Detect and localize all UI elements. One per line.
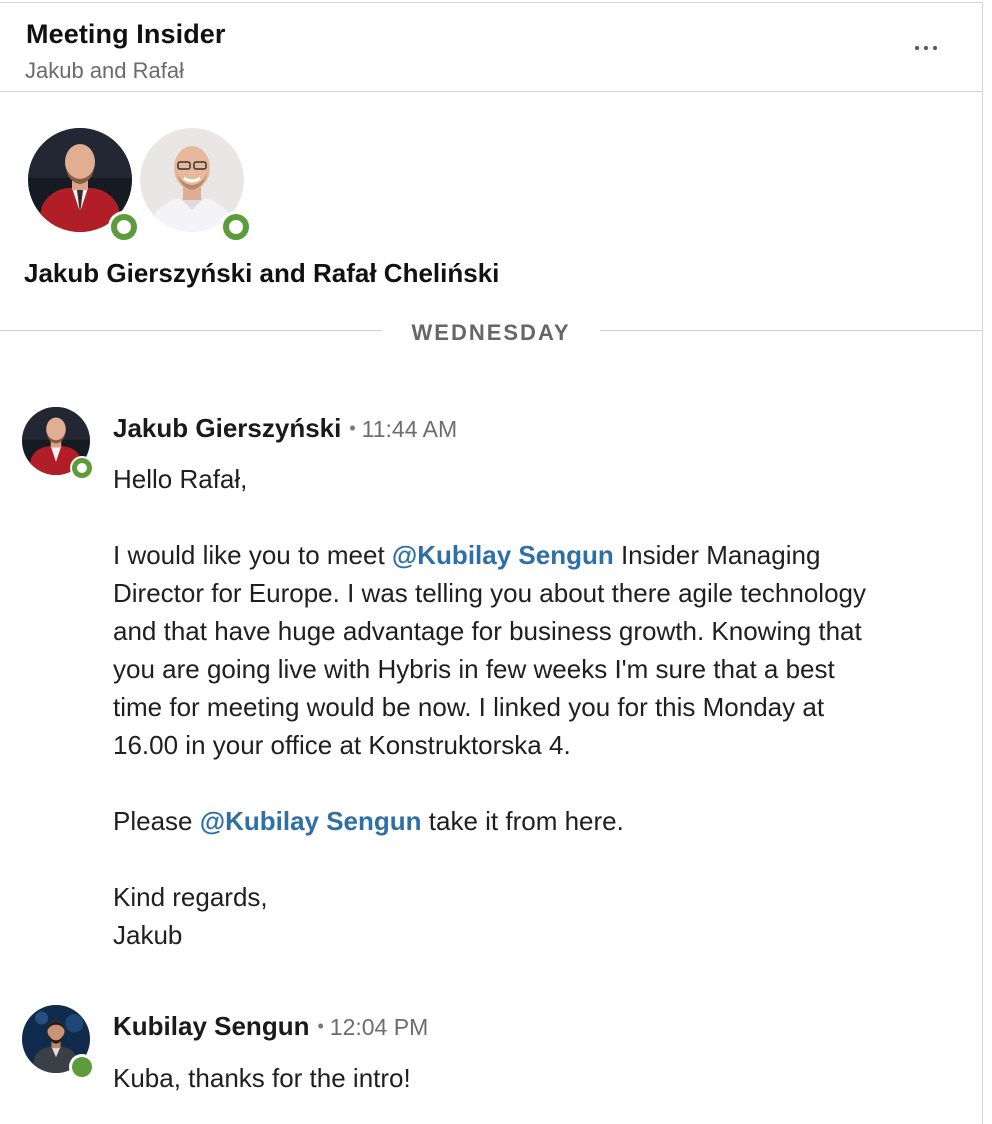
text-segment: I would like you to meet bbox=[113, 540, 392, 570]
message-line: I would like you to meet @Kubilay Sengun… bbox=[113, 536, 973, 574]
mention-link[interactable]: @Kubilay Sengun bbox=[200, 806, 422, 836]
text-segment: take it from here. bbox=[421, 806, 624, 836]
message-line: you are going live with Hybris in few we… bbox=[113, 654, 835, 684]
online-status-icon bbox=[72, 1057, 92, 1077]
more-horizontal-icon bbox=[915, 46, 919, 50]
message-line: time for meeting would be now. I linked … bbox=[113, 692, 825, 722]
message-line: Please @Kubilay Sengun take it from here… bbox=[113, 802, 973, 840]
separator-bullet: • bbox=[317, 1016, 324, 1036]
participants-names: Jakub Gierszyński and Rafał Cheliński bbox=[24, 258, 500, 288]
mention-link[interactable]: @Kubilay Sengun bbox=[392, 540, 614, 570]
conversation-subtitle: Jakub and Rafał bbox=[25, 58, 184, 83]
conversation-title: Meeting Insider bbox=[26, 19, 226, 49]
message-time: 12:04 PM bbox=[329, 1014, 429, 1040]
more-dot bbox=[933, 46, 937, 50]
message-line: Kind regards, bbox=[113, 882, 268, 912]
more-dot bbox=[924, 46, 928, 50]
separator-bullet: • bbox=[349, 418, 356, 438]
message-line: and that have huge advantage for busines… bbox=[113, 616, 862, 646]
message-time: 11:44 AM bbox=[361, 416, 458, 442]
sender-name[interactable]: Jakub Gierszyński bbox=[113, 413, 341, 443]
message-line: 16.00 in your office at Konstruktorska 4… bbox=[113, 730, 571, 760]
day-divider-label: WEDNESDAY bbox=[411, 320, 571, 345]
message-line: Kuba, thanks for the intro! bbox=[113, 1063, 411, 1093]
conversation-header: Meeting Insider Jakub and Rafał bbox=[0, 3, 982, 92]
message-header: Jakub Gierszyński • 11:44 AM bbox=[113, 413, 457, 444]
text-segment: Please bbox=[113, 806, 200, 836]
sender-name[interactable]: Kubilay Sengun bbox=[113, 1011, 309, 1041]
divider-line bbox=[600, 330, 982, 331]
message-body: Kuba, thanks for the intro! bbox=[113, 1059, 973, 1097]
online-status-icon bbox=[223, 214, 249, 240]
more-options-button[interactable] bbox=[905, 33, 947, 63]
message-line: Hello Rafał, bbox=[113, 464, 248, 494]
message-header: Kubilay Sengun • 12:04 PM bbox=[113, 1011, 428, 1042]
message-line: Director for Europe. I was telling you a… bbox=[113, 578, 866, 608]
text-segment: Insider Managing bbox=[613, 540, 821, 570]
divider-line bbox=[0, 330, 382, 331]
online-status-icon bbox=[72, 458, 92, 478]
conversation-panel: Meeting Insider Jakub and Rafał Jakub Gi… bbox=[0, 2, 983, 1124]
online-status-icon bbox=[111, 214, 137, 240]
message-line: Jakub bbox=[113, 920, 183, 950]
message-body: Hello Rafał, I would like you to meet @K… bbox=[113, 460, 973, 954]
